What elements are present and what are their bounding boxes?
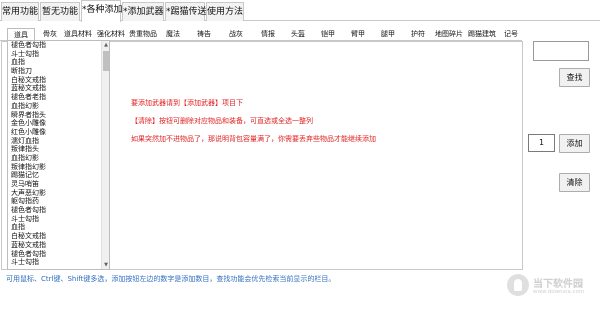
list-item[interactable]: 躯勾指药 <box>8 197 109 206</box>
list-item[interactable]: 断指刀 <box>8 67 109 76</box>
subtab-talismans[interactable]: 护符 <box>406 28 430 41</box>
subtab-leg-armor[interactable]: 腿甲 <box>376 28 400 41</box>
usage-hint: 可用鼠标、Ctrl键、Shift键多选，添加按钮左边的数字是添加数目，查找功能会… <box>6 275 336 283</box>
quantity-input[interactable]: 1 <box>528 134 555 152</box>
subtab-chest-armor[interactable]: 铠甲 <box>316 28 340 41</box>
list-item[interactable]: 斗士勾指 <box>8 258 109 267</box>
list-item[interactable]: 红色小雕像 <box>8 128 109 137</box>
list-item[interactable]: 白秘文戒指 <box>8 232 109 241</box>
info-clear-note: 【清除】按钮可删除对应物品和装备，可直选或全选一整列 <box>131 117 313 125</box>
search-input[interactable] <box>533 41 589 61</box>
scroll-down-arrow-icon[interactable]: ▼ <box>102 261 109 269</box>
info-inventory-full-note: 如果突然加不进物品了，那说明背包容量满了，你需要丢弃些物品才能继续添加 <box>131 135 376 143</box>
subtab-ashes-of-war[interactable]: 战灰 <box>224 28 248 41</box>
list-scrollbar[interactable]: ▲ ▼ <box>101 41 109 269</box>
info-weapon-note: 要添加武器请到【添加武器】项目下 <box>131 99 243 107</box>
list-item[interactable]: 濡灯血指 <box>8 137 109 146</box>
subtab-gauntlets[interactable]: 臂甲 <box>346 28 370 41</box>
list-item[interactable]: 蓝秘文戒指 <box>8 84 109 93</box>
subtab-incantations[interactable]: 祷告 <box>192 28 216 41</box>
subtab-sorceries[interactable]: 魔法 <box>161 28 185 41</box>
list-item[interactable]: 白秘文戒指 <box>8 76 109 85</box>
tab-add-weapons[interactable]: *添加武器 <box>122 2 164 21</box>
list-item[interactable]: 蓝秘文戒指 <box>8 241 109 250</box>
list-item[interactable]: 血指幻影 <box>8 102 109 111</box>
list-item[interactable]: 踢猫记忆 <box>8 171 109 180</box>
list-item[interactable]: 斗士勾指 <box>8 50 109 59</box>
list-item[interactable]: 金色小雕像 <box>8 119 109 128</box>
add-button[interactable]: 添加 <box>559 134 590 153</box>
subtab-map-fragments[interactable]: 地图碎片 <box>433 28 465 41</box>
list-item[interactable]: 叛律指幻影 <box>8 163 109 172</box>
list-item[interactable]: 褪色者勾指 <box>8 250 109 259</box>
downxia-logo-icon <box>507 274 529 296</box>
tab-grace-teleport[interactable]: *踢猫传送 <box>165 2 207 21</box>
list-item[interactable]: 斗士勾指 <box>8 215 109 224</box>
list-item[interactable]: 灵马哨笛 <box>8 180 109 189</box>
subtab-info[interactable]: 情报 <box>256 28 280 41</box>
list-item[interactable]: 褪色者勾指 <box>8 206 109 215</box>
clear-button[interactable]: 清除 <box>559 173 590 192</box>
list-item[interactable]: 叛律指头 <box>8 145 109 154</box>
tab-usage-help[interactable]: 使用方法 <box>206 2 244 21</box>
list-item[interactable]: 血指幻影 <box>8 154 109 163</box>
list-item[interactable]: 瞬界者指头 <box>8 111 109 120</box>
subtab-key-items[interactable]: 贵重物品 <box>127 28 159 41</box>
main-tab-bar: 常用功能 暂无功能 *各种添加 *添加武器 *踢猫传送 使用方法 <box>0 0 600 22</box>
subtab-marks[interactable]: 记号 <box>500 28 522 41</box>
tab-common-functions[interactable]: 常用功能 <box>1 2 39 21</box>
tab-no-functions[interactable]: 暂无功能 <box>40 2 80 21</box>
list-item[interactable]: 褪色者老指 <box>8 93 109 102</box>
item-listbox[interactable]: 褪色者勾指 斗士勾指 血指 断指刀 白秘文戒指 蓝秘文戒指 褪色者老指 血指幻影… <box>7 40 110 270</box>
list-item[interactable]: 血指 <box>8 58 109 67</box>
subtab-grace-buildings[interactable]: 踢猫建筑 <box>466 28 498 41</box>
watermark: 当下软件园 www.downxia.com <box>507 274 595 304</box>
list-item[interactable]: 血指 <box>8 223 109 232</box>
list-item[interactable]: 大声恶幻影 <box>8 189 109 198</box>
watermark-url: www.downxia.com <box>533 289 585 295</box>
search-button[interactable]: 查找 <box>559 68 590 87</box>
subtab-helms[interactable]: 头盔 <box>286 28 310 41</box>
scroll-thumb[interactable] <box>103 51 109 71</box>
watermark-title: 当下软件园 <box>533 279 583 290</box>
scroll-up-arrow-icon[interactable]: ▲ <box>102 41 109 49</box>
list-item[interactable]: 褪色者勾指 <box>8 41 109 50</box>
tab-add-items[interactable]: *各种添加 <box>81 0 123 22</box>
